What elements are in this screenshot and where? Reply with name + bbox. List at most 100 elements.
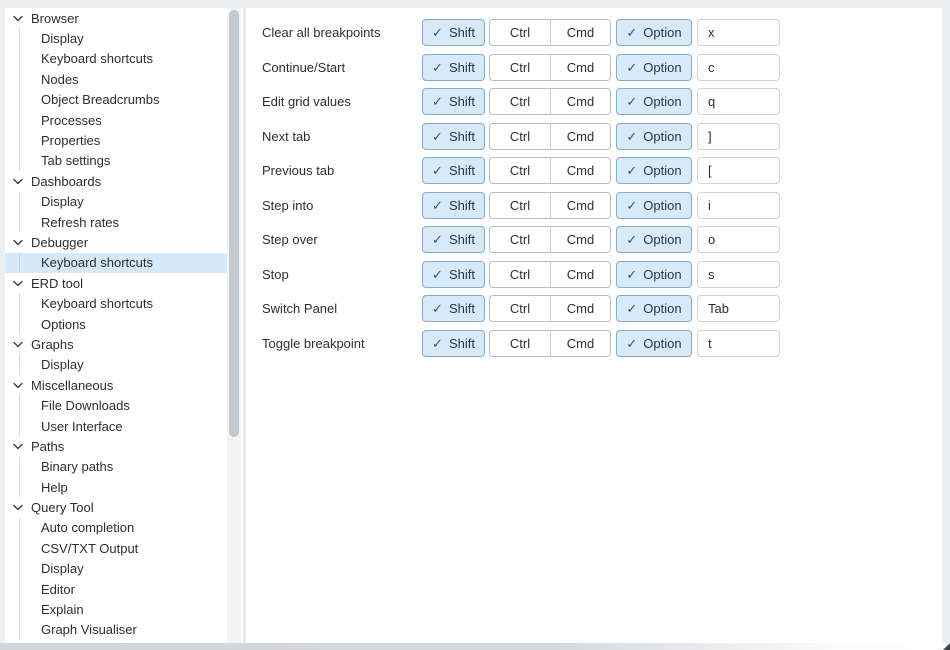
chevron-down-icon[interactable] xyxy=(13,382,23,389)
cmd-toggle[interactable]: Cmd xyxy=(550,88,611,115)
tree-item-display[interactable]: Display xyxy=(5,28,227,48)
sidebar-scrollbar-thumb[interactable] xyxy=(229,10,239,437)
shift-toggle[interactable]: ✓Shift xyxy=(422,226,485,253)
tree-item-csv-txt-output[interactable]: CSV/TXT Output xyxy=(5,538,227,558)
tree-group-graphs[interactable]: Graphs xyxy=(5,334,227,354)
tree-item-editor[interactable]: Editor xyxy=(5,579,227,599)
shift-toggle[interactable]: ✓Shift xyxy=(422,157,485,184)
tree-item-keyboard-shortcuts[interactable]: Keyboard shortcuts xyxy=(5,49,227,69)
tree-item-options[interactable]: Options xyxy=(5,314,227,334)
option-toggle[interactable]: ✓Option xyxy=(616,295,692,322)
modifier-label: Option xyxy=(643,301,681,316)
cmd-toggle[interactable]: Cmd xyxy=(550,192,611,219)
ctrl-toggle[interactable]: Ctrl xyxy=(489,123,550,150)
tree-group-erd-tool[interactable]: ERD tool xyxy=(5,273,227,293)
option-toggle[interactable]: ✓Option xyxy=(616,19,692,46)
cmd-toggle[interactable]: Cmd xyxy=(550,19,611,46)
sidebar-scrollbar-track[interactable] xyxy=(227,8,241,643)
ctrl-toggle[interactable]: Ctrl xyxy=(489,88,550,115)
shift-toggle[interactable]: ✓Shift xyxy=(422,88,485,115)
ctrl-toggle[interactable]: Ctrl xyxy=(489,192,550,219)
tree-group-debugger[interactable]: Debugger xyxy=(5,232,227,252)
cmd-toggle[interactable]: Cmd xyxy=(550,157,611,184)
shift-toggle[interactable]: ✓Shift xyxy=(422,123,485,150)
ctrl-toggle[interactable]: Ctrl xyxy=(489,330,550,357)
shift-toggle[interactable]: ✓Shift xyxy=(422,330,485,357)
ctrl-toggle[interactable]: Ctrl xyxy=(489,295,550,322)
tree-item-user-interface[interactable]: User Interface xyxy=(5,416,227,436)
ctrl-toggle[interactable]: Ctrl xyxy=(489,157,550,184)
key-input[interactable] xyxy=(697,88,780,115)
tree-group-query-tool[interactable]: Query Tool xyxy=(5,497,227,517)
tree-item-display[interactable]: Display xyxy=(5,192,227,212)
tree-item-nodes[interactable]: Nodes xyxy=(5,69,227,89)
cmd-toggle[interactable]: Cmd xyxy=(550,295,611,322)
chevron-down-icon[interactable] xyxy=(13,504,23,511)
shift-toggle[interactable]: ✓Shift xyxy=(422,192,485,219)
ctrl-toggle[interactable]: Ctrl xyxy=(489,226,550,253)
tree-item-file-downloads[interactable]: File Downloads xyxy=(5,395,227,415)
dialog-frame-right xyxy=(942,8,950,643)
tree-group-miscellaneous[interactable]: Miscellaneous xyxy=(5,375,227,395)
tree-item-keyboard-shortcuts[interactable]: Keyboard shortcuts xyxy=(5,253,227,273)
tree-group-browser[interactable]: Browser xyxy=(5,8,227,28)
tree-item-refresh-rates[interactable]: Refresh rates xyxy=(5,212,227,232)
tree-item-graph-visualiser[interactable]: Graph Visualiser xyxy=(5,620,227,640)
tree-item-explain[interactable]: Explain xyxy=(5,599,227,619)
cmd-toggle[interactable]: Cmd xyxy=(550,226,611,253)
chevron-down-icon[interactable] xyxy=(13,280,23,287)
ctrl-toggle[interactable]: Ctrl xyxy=(489,261,550,288)
resize-grip-icon[interactable] xyxy=(943,643,950,650)
ctrl-toggle[interactable]: Ctrl xyxy=(489,19,550,46)
shortcut-label: Switch Panel xyxy=(262,301,422,316)
tree-group-paths[interactable]: Paths xyxy=(5,436,227,456)
tree-item-binary-paths[interactable]: Binary paths xyxy=(5,457,227,477)
chevron-down-icon[interactable] xyxy=(13,239,23,246)
modifier-label: Ctrl xyxy=(510,198,530,213)
check-icon: ✓ xyxy=(626,61,637,74)
key-input[interactable] xyxy=(697,157,780,184)
tree-item-keyboard-shortcuts[interactable]: Keyboard shortcuts xyxy=(5,293,227,313)
key-input[interactable] xyxy=(697,19,780,46)
tree-group-dashboards[interactable]: Dashboards xyxy=(5,171,227,191)
cmd-toggle[interactable]: Cmd xyxy=(550,261,611,288)
option-toggle[interactable]: ✓Option xyxy=(616,54,692,81)
tree-item-object-breadcrumbs[interactable]: Object Breadcrumbs xyxy=(5,90,227,110)
tree-item-label: Tab settings xyxy=(41,153,110,168)
option-toggle[interactable]: ✓Option xyxy=(616,192,692,219)
cmd-toggle[interactable]: Cmd xyxy=(550,54,611,81)
option-toggle[interactable]: ✓Option xyxy=(616,226,692,253)
chevron-down-icon[interactable] xyxy=(13,443,23,450)
option-toggle[interactable]: ✓Option xyxy=(616,123,692,150)
key-input[interactable] xyxy=(697,295,780,322)
chevron-down-icon[interactable] xyxy=(13,178,23,185)
shift-toggle[interactable]: ✓Shift xyxy=(422,261,485,288)
shift-toggle[interactable]: ✓Shift xyxy=(422,19,485,46)
tree-item-processes[interactable]: Processes xyxy=(5,110,227,130)
tree-item-tab-settings[interactable]: Tab settings xyxy=(5,151,227,171)
chevron-down-icon[interactable] xyxy=(13,15,23,22)
shift-toggle[interactable]: ✓Shift xyxy=(422,54,485,81)
shift-toggle[interactable]: ✓Shift xyxy=(422,295,485,322)
option-toggle[interactable]: ✓Option xyxy=(616,330,692,357)
option-toggle[interactable]: ✓Option xyxy=(616,261,692,288)
cmd-toggle[interactable]: Cmd xyxy=(550,123,611,150)
tree-item-display[interactable]: Display xyxy=(5,355,227,375)
chevron-down-icon[interactable] xyxy=(13,341,23,348)
option-toggle[interactable]: ✓Option xyxy=(616,157,692,184)
tree-item-help[interactable]: Help xyxy=(5,477,227,497)
key-input[interactable] xyxy=(697,54,780,81)
check-icon: ✓ xyxy=(626,337,637,350)
key-input[interactable] xyxy=(697,226,780,253)
key-input[interactable] xyxy=(697,330,780,357)
option-toggle[interactable]: ✓Option xyxy=(616,88,692,115)
tree-item-properties[interactable]: Properties xyxy=(5,130,227,150)
ctrl-toggle[interactable]: Ctrl xyxy=(489,54,550,81)
tree-item-auto-completion[interactable]: Auto completion xyxy=(5,518,227,538)
tree-item-display[interactable]: Display xyxy=(5,559,227,579)
key-input[interactable] xyxy=(697,192,780,219)
modifier-label: Shift xyxy=(449,129,475,144)
key-input[interactable] xyxy=(697,123,780,150)
cmd-toggle[interactable]: Cmd xyxy=(550,330,611,357)
key-input[interactable] xyxy=(697,261,780,288)
